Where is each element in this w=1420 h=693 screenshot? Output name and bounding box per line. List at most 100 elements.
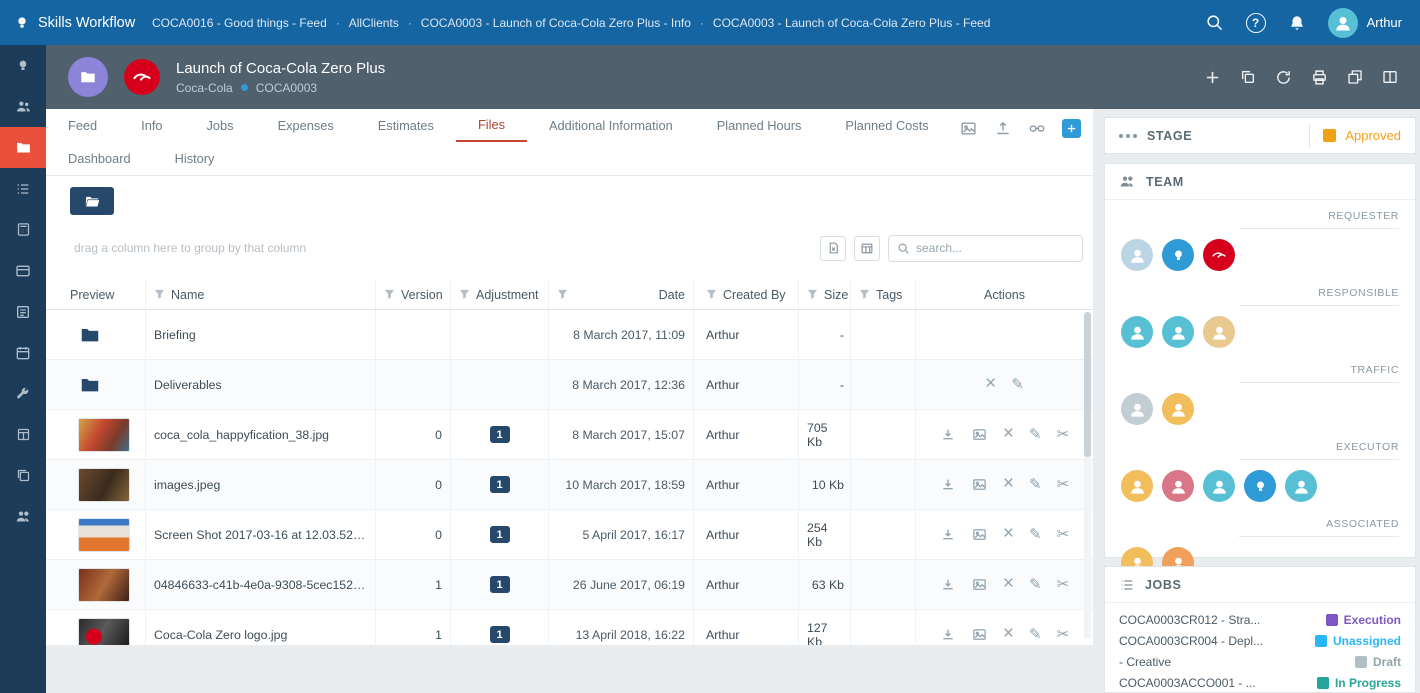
sidebar-item-expenses[interactable] <box>0 250 46 291</box>
file-name[interactable]: Coca-Cola Zero logo.jpg <box>146 610 376 645</box>
file-thumbnail[interactable] <box>78 568 130 602</box>
filter-funnel-icon[interactable] <box>807 289 818 300</box>
breadcrumb-item[interactable]: COCA0003 - Launch of Coca-Cola Zero Plus… <box>421 16 691 30</box>
tab-info[interactable]: Info <box>119 109 184 142</box>
sidebar-item-calendar[interactable] <box>0 332 46 373</box>
job-name[interactable]: - Creative <box>1119 655 1347 669</box>
file-name[interactable]: coca_cola_happyfication_38.jpg <box>146 410 376 459</box>
table-row[interactable]: Deliverables 8 March 2017, 12:36 Arthur … <box>46 360 1093 410</box>
filter-funnel-icon[interactable] <box>154 289 165 300</box>
delete-icon[interactable] <box>1003 526 1014 543</box>
col-version[interactable]: Version <box>376 280 451 309</box>
job-name[interactable]: COCA0003ACCO001 - ... <box>1119 676 1309 690</box>
gallery-icon[interactable] <box>959 120 978 137</box>
cut-icon[interactable] <box>1057 577 1070 592</box>
user-menu[interactable]: Arthur <box>1328 8 1402 38</box>
cocacola-avatar[interactable] <box>1203 239 1235 271</box>
job-name[interactable]: COCA0003CR004 - Depl... <box>1119 634 1307 648</box>
file-name[interactable]: Screen Shot 2017-03-16 at 12.03.52.png <box>146 510 376 559</box>
avatar[interactable] <box>1203 470 1235 502</box>
avatar[interactable] <box>1203 316 1235 348</box>
col-tags[interactable]: Tags <box>851 280 916 309</box>
col-date[interactable]: Date <box>549 280 694 309</box>
delete-icon[interactable] <box>1003 426 1014 443</box>
sidebar-item-clients[interactable] <box>0 86 46 127</box>
app-brand[interactable]: Skills Workflow <box>0 15 152 31</box>
sidebar-item-news[interactable] <box>0 291 46 332</box>
edit-icon[interactable] <box>1029 577 1042 592</box>
delete-icon[interactable] <box>985 376 996 393</box>
help-icon[interactable] <box>1246 13 1266 33</box>
col-created-by[interactable]: Created By <box>694 280 799 309</box>
upload-icon[interactable] <box>994 120 1012 137</box>
file-name[interactable]: Briefing <box>146 310 376 359</box>
duplicate-icon[interactable] <box>1240 69 1256 85</box>
download-icon[interactable] <box>940 427 956 443</box>
sidebar-item-assets[interactable] <box>0 414 46 455</box>
group-by-hint[interactable]: drag a column here to group by that colu… <box>74 241 306 255</box>
edit-icon[interactable] <box>1029 627 1042 642</box>
adjustment-badge[interactable]: 1 <box>490 476 510 493</box>
file-name[interactable]: Deliverables <box>146 360 376 409</box>
column-chooser-button[interactable] <box>854 236 880 261</box>
edit-icon[interactable] <box>1029 527 1042 542</box>
search-icon[interactable] <box>1205 13 1224 32</box>
breadcrumb-item[interactable]: AllClients <box>349 16 399 30</box>
avatar[interactable] <box>1121 470 1153 502</box>
filter-funnel-icon[interactable] <box>706 289 717 300</box>
file-thumbnail[interactable] <box>78 518 130 552</box>
table-row[interactable]: coca_cola_happyfication_38.jpg 0 1 8 Mar… <box>46 410 1093 460</box>
lightbulb-avatar[interactable] <box>1244 470 1276 502</box>
tab-additional-information[interactable]: Additional Information <box>527 109 695 142</box>
avatar[interactable] <box>1162 316 1194 348</box>
add-icon[interactable] <box>1204 69 1221 86</box>
filter-funnel-icon[interactable] <box>384 289 395 300</box>
notifications-bell-icon[interactable] <box>1288 14 1306 32</box>
cut-icon[interactable] <box>1057 427 1070 442</box>
adjustment-badge[interactable]: 1 <box>490 526 510 543</box>
download-icon[interactable] <box>940 627 956 643</box>
table-row[interactable]: Briefing 8 March 2017, 11:09 Arthur - <box>46 310 1093 360</box>
columns-layout-icon[interactable] <box>1382 69 1398 85</box>
filter-funnel-icon[interactable] <box>459 289 470 300</box>
avatar[interactable] <box>1121 393 1153 425</box>
adjustment-badge[interactable]: 1 <box>490 576 510 593</box>
table-row[interactable]: Screen Shot 2017-03-16 at 12.03.52.png 0… <box>46 510 1093 560</box>
sidebar-item-documents[interactable] <box>0 455 46 496</box>
col-size[interactable]: Size <box>799 280 851 309</box>
download-icon[interactable] <box>940 577 956 593</box>
avatar[interactable] <box>1285 470 1317 502</box>
avatar[interactable] <box>1162 470 1194 502</box>
refresh-icon[interactable] <box>1275 69 1292 86</box>
cut-icon[interactable] <box>1057 527 1070 542</box>
col-adjustment[interactable]: Adjustment <box>451 280 549 309</box>
preview-image-icon[interactable] <box>971 577 988 592</box>
job-name[interactable]: COCA0003CR012 - Stra... <box>1119 613 1318 627</box>
sidebar-item-files[interactable] <box>0 127 46 168</box>
filter-funnel-icon[interactable] <box>557 289 568 300</box>
download-icon[interactable] <box>940 477 956 493</box>
tab-planned-costs[interactable]: Planned Costs <box>823 109 950 142</box>
sidebar-item-tasks[interactable] <box>0 168 46 209</box>
adjustment-badge[interactable]: 1 <box>490 626 510 643</box>
add-file-button[interactable] <box>1062 119 1081 138</box>
tab-estimates[interactable]: Estimates <box>356 109 456 142</box>
breadcrumb-item[interactable]: COCA0016 - Good things - Feed <box>152 16 327 30</box>
avatar[interactable] <box>1121 316 1153 348</box>
file-thumbnail[interactable] <box>78 468 130 502</box>
avatar[interactable] <box>1162 393 1194 425</box>
scrollbar-thumb[interactable] <box>1084 312 1091 457</box>
edit-icon[interactable] <box>1011 377 1024 392</box>
sidebar-item-estimates[interactable] <box>0 209 46 250</box>
file-name[interactable]: 04846633-c41b-4e0a-9308-5cec152b16f5 <box>146 560 376 609</box>
filter-funnel-icon[interactable] <box>859 289 870 300</box>
tab-feed[interactable]: Feed <box>46 109 119 142</box>
preview-image-icon[interactable] <box>971 427 988 442</box>
search-input[interactable] <box>916 241 1074 255</box>
table-row[interactable]: images.jpeg 0 1 10 March 2017, 18:59 Art… <box>46 460 1093 510</box>
tab-history[interactable]: History <box>153 142 237 175</box>
table-row[interactable]: Coca-Cola Zero logo.jpg 1 1 13 April 201… <box>46 610 1093 645</box>
sidebar-item-tools[interactable] <box>0 373 46 414</box>
tab-files[interactable]: Files <box>456 109 527 142</box>
job-status[interactable]: In Progress <box>1317 676 1401 690</box>
